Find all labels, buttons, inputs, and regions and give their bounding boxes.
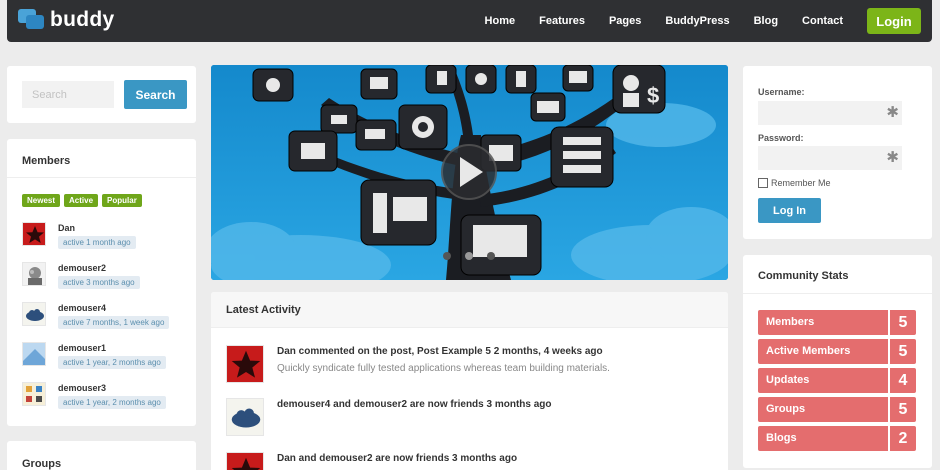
filter-popular[interactable]: Popular: [102, 194, 142, 207]
member-activity: active 1 month ago: [58, 236, 136, 249]
username-field[interactable]: ✱: [758, 101, 902, 125]
stat-value: 2: [888, 426, 916, 451]
member-activity: active 1 year, 2 months ago: [58, 396, 166, 409]
member-name[interactable]: demouser1: [58, 343, 106, 353]
avatar[interactable]: [22, 222, 46, 246]
hero-slider[interactable]: $: [211, 65, 728, 280]
activity-widget: Latest Activity Dan commented on the pos…: [211, 292, 728, 470]
member-item[interactable]: demouser4 active 7 months, 1 week ago: [22, 302, 192, 332]
login-button[interactable]: Login: [867, 8, 921, 34]
svg-text:$: $: [647, 83, 659, 108]
avatar[interactable]: [22, 302, 46, 326]
password-field[interactable]: ✱: [758, 146, 902, 170]
search-widget: Search: [7, 66, 196, 123]
member-activity: active 3 months ago: [58, 276, 140, 289]
member-name[interactable]: demouser4: [58, 303, 106, 313]
stat-label: Groups: [766, 403, 806, 415]
main-nav: Home Features Pages BuddyPress Blog Cont…: [485, 0, 932, 42]
log-in-button[interactable]: Log In: [758, 198, 821, 223]
nav-features[interactable]: Features: [539, 15, 585, 27]
stats-title: Community Stats: [758, 270, 849, 282]
stat-label: Members: [766, 316, 815, 328]
stat-members[interactable]: Members 5: [758, 310, 916, 335]
slider-dot-1[interactable]: [442, 251, 452, 261]
remember-label: Remember Me: [771, 178, 831, 188]
login-widget: Username: ✱ Password: ✱ Remember Me Log …: [743, 66, 932, 239]
stat-label: Updates: [766, 374, 810, 386]
logo-text: buddy: [50, 8, 115, 31]
member-name[interactable]: Dan: [58, 223, 75, 233]
divider: [743, 293, 932, 294]
stat-active-members[interactable]: Active Members 5: [758, 339, 916, 364]
nav-buddypress[interactable]: BuddyPress: [665, 15, 729, 27]
member-activity: active 7 months, 1 week ago: [58, 316, 170, 329]
groups-title: Groups: [22, 458, 62, 470]
nav-pages[interactable]: Pages: [609, 15, 641, 27]
avatar[interactable]: [226, 398, 264, 436]
member-filters: Newest Active Popular: [22, 194, 142, 207]
member-item[interactable]: demouser1 active 1 year, 2 months ago: [22, 342, 192, 372]
activity-excerpt: Quickly syndicate fully tested applicati…: [277, 363, 610, 374]
avatar[interactable]: [226, 452, 264, 470]
member-item[interactable]: Dan active 1 month ago: [22, 222, 192, 252]
slider-dot-2[interactable]: [464, 251, 474, 261]
required-icon: ✱: [886, 149, 899, 166]
groups-widget: Groups: [7, 441, 196, 470]
activity-text[interactable]: demouser4 and demouser2 are now friends …: [277, 399, 552, 410]
activity-text[interactable]: Dan commented on the post, Post Example …: [277, 346, 603, 357]
avatar[interactable]: [226, 345, 264, 383]
activity-header: Latest Activity: [211, 292, 728, 328]
remember-checkbox[interactable]: [758, 178, 768, 188]
members-title: Members: [22, 155, 71, 167]
stat-label: Active Members: [766, 345, 851, 357]
stat-value: 4: [888, 368, 916, 393]
filter-active[interactable]: Active: [64, 194, 99, 207]
filter-newest[interactable]: Newest: [22, 194, 61, 207]
username-label: Username:: [758, 87, 805, 97]
stat-value: 5: [888, 339, 916, 364]
member-activity: active 1 year, 2 months ago: [58, 356, 166, 369]
member-name[interactable]: demouser3: [58, 383, 106, 393]
community-stats-widget: Community Stats Members 5 Active Members…: [743, 255, 932, 468]
play-button[interactable]: [442, 145, 496, 199]
stat-blogs[interactable]: Blogs 2: [758, 426, 916, 451]
avatar[interactable]: [22, 382, 46, 406]
member-name[interactable]: demouser2: [58, 263, 106, 273]
required-icon: ✱: [886, 104, 899, 121]
activity-title: Latest Activity: [226, 304, 301, 316]
member-item[interactable]: demouser3 active 1 year, 2 months ago: [22, 382, 192, 412]
chat-bubbles-icon: [18, 8, 44, 32]
stat-updates[interactable]: Updates 4: [758, 368, 916, 393]
divider: [7, 177, 196, 178]
nav-home[interactable]: Home: [485, 15, 516, 27]
search-button[interactable]: Search: [124, 80, 187, 109]
activity-text[interactable]: Dan and demouser2 are now friends 3 mont…: [277, 453, 517, 464]
stat-value: 5: [888, 397, 916, 422]
stat-label: Blogs: [766, 432, 797, 444]
avatar[interactable]: [22, 262, 46, 286]
site-logo[interactable]: buddy: [18, 8, 115, 32]
stat-value: 5: [888, 310, 916, 335]
stat-groups[interactable]: Groups 5: [758, 397, 916, 422]
nav-blog[interactable]: Blog: [754, 15, 778, 27]
password-label: Password:: [758, 133, 804, 143]
top-navigation-bar: buddy Home Features Pages BuddyPress Blo…: [7, 0, 932, 42]
member-item[interactable]: demouser2 active 3 months ago: [22, 262, 192, 292]
remember-me[interactable]: Remember Me: [758, 178, 831, 188]
nav-contact[interactable]: Contact: [802, 15, 843, 27]
avatar[interactable]: [22, 342, 46, 366]
slider-dot-3[interactable]: [486, 251, 496, 261]
search-input[interactable]: [22, 81, 114, 108]
